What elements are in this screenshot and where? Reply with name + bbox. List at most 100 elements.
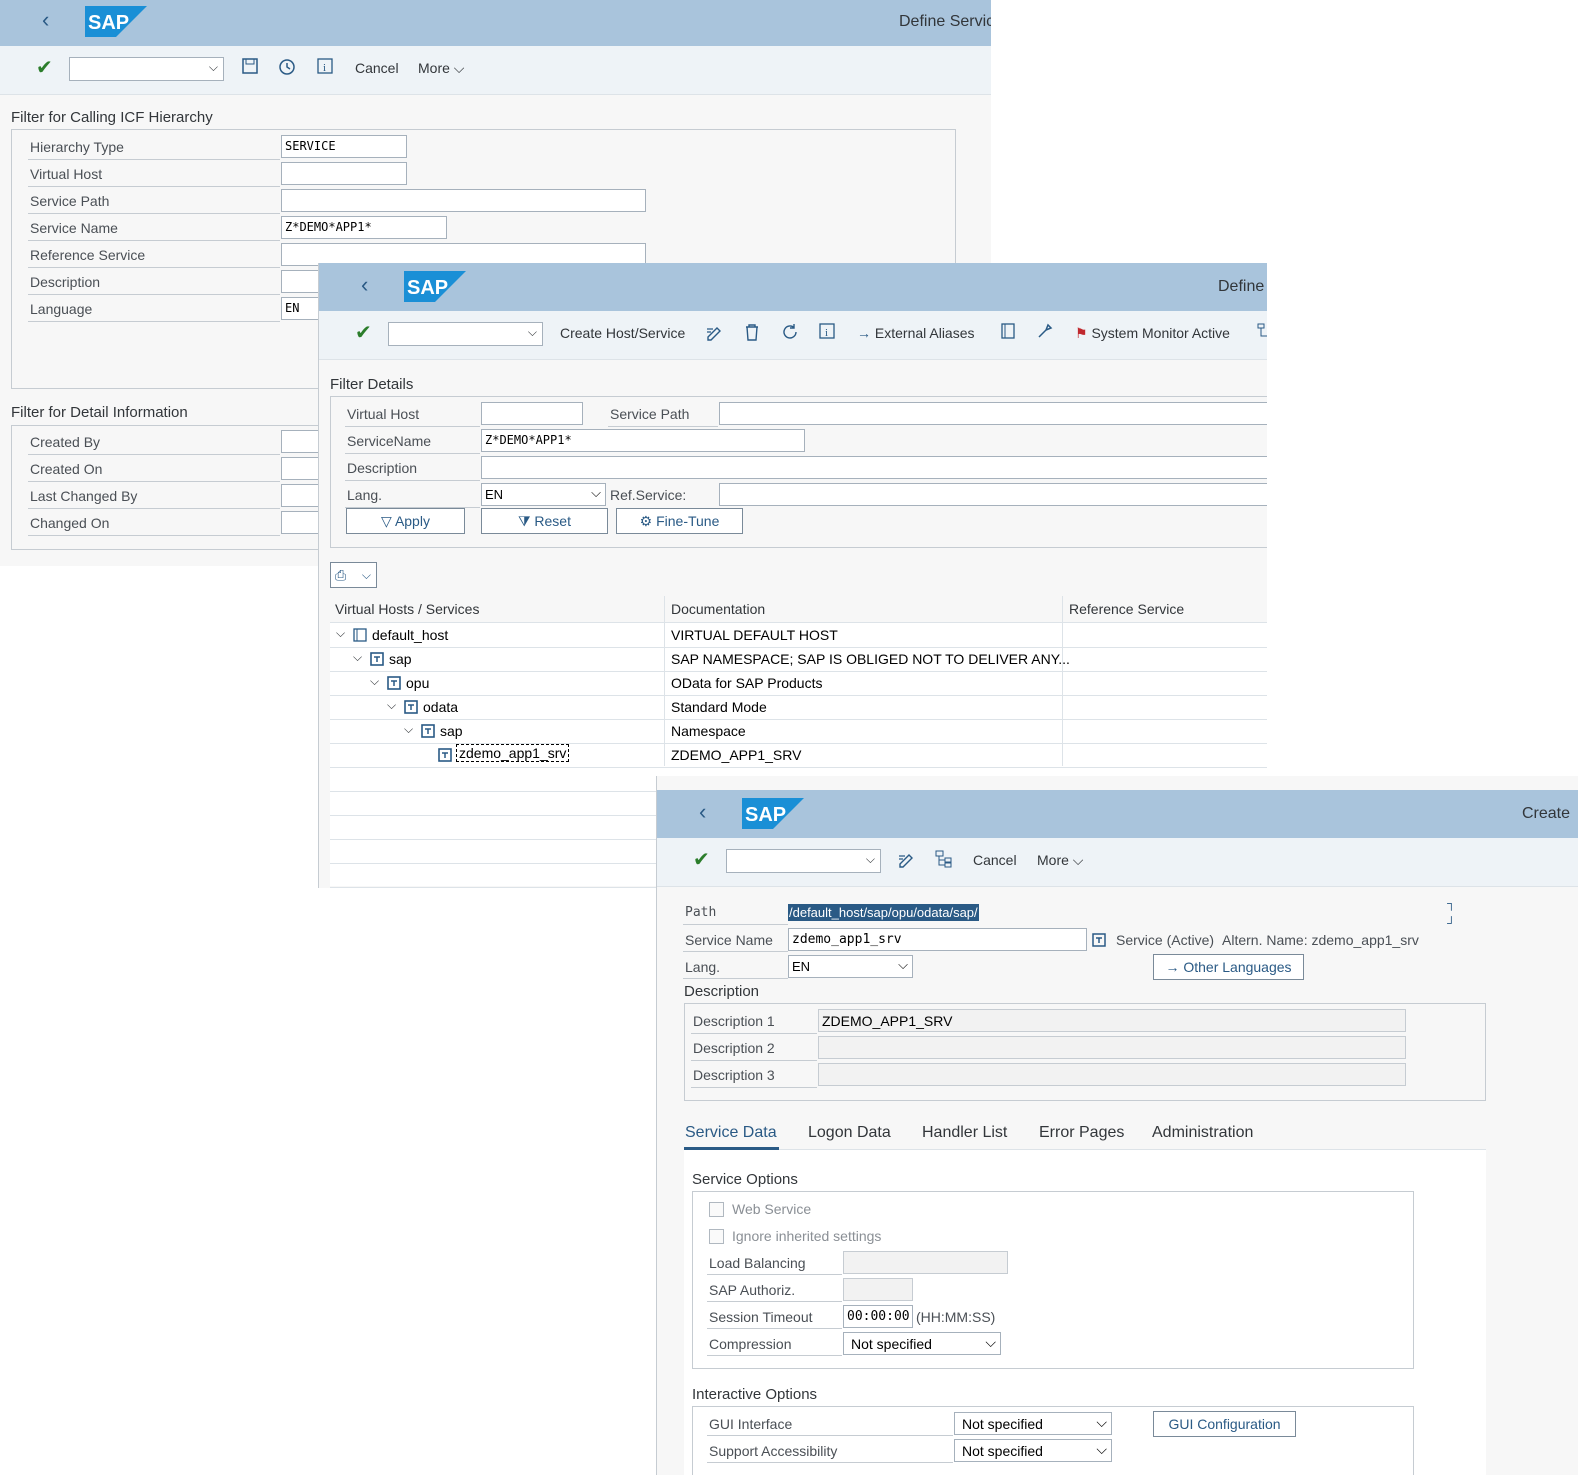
table-row[interactable]: ⌵ opu OData for SAP Products	[330, 671, 1267, 696]
web-service-checkbox[interactable]	[709, 1202, 724, 1217]
command-field[interactable]: ⌵	[69, 57, 224, 81]
divider	[608, 426, 718, 427]
tab-logon-data[interactable]: Logon Data	[808, 1124, 891, 1142]
chevron-down-icon[interactable]: ⌵	[336, 626, 345, 641]
create-host-service-button[interactable]: Create Host/Service	[560, 325, 685, 341]
more-button[interactable]: More ⌵	[1037, 852, 1083, 869]
history-icon[interactable]	[278, 58, 296, 76]
filter-field-input[interactable]: EN	[281, 297, 321, 320]
window-top-strip	[657, 776, 1578, 790]
back-icon[interactable]: ‹	[42, 7, 49, 33]
chevron-down-icon[interactable]: ⌵	[353, 650, 362, 665]
tree-node-name[interactable]: odata	[423, 699, 458, 715]
tree-node-name[interactable]: zdemo_app1_srv	[455, 744, 570, 762]
service-name-field[interactable]: zdemo_app1_srv	[788, 928, 1087, 951]
tab-service-data[interactable]: Service Data	[685, 1124, 777, 1142]
tree-node-doc: OData for SAP Products	[671, 675, 823, 691]
tab-error-pages[interactable]: Error Pages	[1039, 1124, 1124, 1142]
external-aliases-button[interactable]: → External Aliases	[857, 325, 975, 341]
finetune-label: Fine-Tune	[656, 513, 720, 529]
cancel-button[interactable]: Cancel	[355, 60, 399, 76]
detail-field-input[interactable]	[281, 484, 321, 507]
filter-field-input[interactable]	[281, 189, 646, 212]
apply-button[interactable]: ▽ Apply	[346, 508, 465, 534]
checkmark-icon[interactable]: ✔	[693, 847, 710, 872]
tree-node-name[interactable]: sap	[440, 723, 463, 739]
back-icon[interactable]: ‹	[361, 272, 368, 298]
table-row[interactable]: ⌵ sap Namespace	[330, 719, 1267, 744]
other-languages-button[interactable]: → Other Languages	[1153, 954, 1304, 980]
description-field-input[interactable]: ZDEMO_APP1_SRV	[818, 1009, 1406, 1032]
gui-interface-select[interactable]: Not specified ⌵	[954, 1412, 1112, 1435]
virtual-host-input[interactable]	[481, 402, 583, 425]
tree-node-doc: ZDEMO_APP1_SRV	[671, 747, 802, 763]
filter-field-input[interactable]	[281, 162, 407, 185]
session-timeout-input[interactable]: 00:00:00	[843, 1305, 913, 1328]
cancel-button[interactable]: Cancel	[973, 852, 1017, 868]
lang-select[interactable]: EN ⌵	[788, 955, 913, 978]
service-path-input[interactable]	[719, 402, 1267, 425]
filter-field-input[interactable]: SERVICE	[281, 135, 407, 158]
checkmark-icon[interactable]: ✔	[36, 55, 53, 80]
table-row[interactable]: ⌵ sap SAP NAMESPACE; SAP IS OBLIGED NOT TO…	[330, 647, 1267, 672]
chevron-down-icon[interactable]: ⌵	[387, 698, 396, 713]
command-field[interactable]: ⌵	[726, 849, 881, 873]
tree-node-name[interactable]: default_host	[372, 627, 448, 643]
chevron-down-icon: ⌵	[1096, 1414, 1107, 1430]
service-name-input[interactable]: Z*DEMO*APP1*	[481, 429, 805, 452]
display-change-icon[interactable]	[897, 850, 915, 868]
divider	[691, 1060, 817, 1061]
table-row[interactable]: ⌵ default_host VIRTUAL DEFAULT HOST	[330, 623, 1267, 648]
filter-field-input[interactable]	[281, 270, 321, 293]
wrench-icon[interactable]	[1037, 323, 1053, 339]
description-input[interactable]	[481, 456, 1267, 479]
ref-service-input[interactable]	[719, 483, 1267, 506]
filter-field-input[interactable]: Z*DEMO*APP1*	[281, 216, 447, 239]
refresh-icon[interactable]	[781, 323, 799, 341]
divider	[691, 1033, 817, 1034]
tab-handler-list[interactable]: Handler List	[922, 1124, 1007, 1142]
checkmark-icon[interactable]: ✔	[355, 320, 372, 345]
command-field[interactable]: ⌵	[388, 322, 543, 346]
save-icon[interactable]	[242, 58, 258, 74]
ignore-inherited-checkbox[interactable]	[709, 1229, 724, 1244]
divider	[683, 924, 788, 925]
table-row[interactable]: zdemo_app1_srv ZDEMO_APP1_SRV	[330, 743, 1267, 768]
divider	[683, 978, 788, 979]
compression-select[interactable]: Not specified ⌵	[843, 1332, 1001, 1355]
hierarchy-icon[interactable]	[1257, 323, 1267, 339]
divider	[28, 535, 280, 536]
hierarchy-icon[interactable]	[935, 850, 953, 868]
lang-select[interactable]: EN ⌵	[481, 483, 606, 506]
finetune-button[interactable]: ⚙ Fine-Tune	[616, 508, 743, 534]
session-timeout-unit: (HH:MM:SS)	[916, 1309, 996, 1325]
gui-configuration-button[interactable]: GUI Configuration	[1153, 1411, 1296, 1437]
back-icon[interactable]: ‹	[699, 799, 706, 825]
document-icon[interactable]	[1000, 323, 1016, 339]
print-menu-button[interactable]: ⎙ ⌵	[330, 562, 377, 588]
info-icon[interactable]: i	[317, 58, 333, 74]
tab-administration[interactable]: Administration	[1152, 1124, 1253, 1142]
detail-field-input[interactable]	[281, 457, 321, 480]
chevron-down-icon[interactable]: ⌵	[370, 674, 379, 689]
divider	[28, 508, 280, 509]
divider	[691, 1087, 817, 1088]
detail-field-input[interactable]	[281, 511, 321, 534]
divider	[707, 1274, 842, 1275]
display-change-icon[interactable]	[705, 323, 723, 341]
info-icon[interactable]: i	[819, 323, 835, 339]
description-field-input[interactable]	[818, 1063, 1406, 1086]
reset-button[interactable]: ⧩ Reset	[481, 508, 608, 534]
delete-icon[interactable]	[744, 323, 760, 341]
chevron-down-icon[interactable]: ⌵	[404, 722, 413, 737]
detail-field-input[interactable]	[281, 430, 321, 453]
tree-node-name[interactable]: sap	[389, 651, 412, 667]
tree-node-name[interactable]: opu	[406, 675, 429, 691]
window-title: Define	[1218, 278, 1265, 295]
system-monitor-button[interactable]: ⚑ System Monitor Active	[1075, 325, 1230, 342]
table-row[interactable]: ⌵ odata Standard Mode	[330, 695, 1267, 720]
finetune-icon: ⚙	[639, 513, 653, 529]
description-field-input[interactable]	[818, 1036, 1406, 1059]
support-accessibility-select[interactable]: Not specified ⌵	[954, 1439, 1112, 1462]
more-button[interactable]: More ⌵	[418, 60, 464, 77]
